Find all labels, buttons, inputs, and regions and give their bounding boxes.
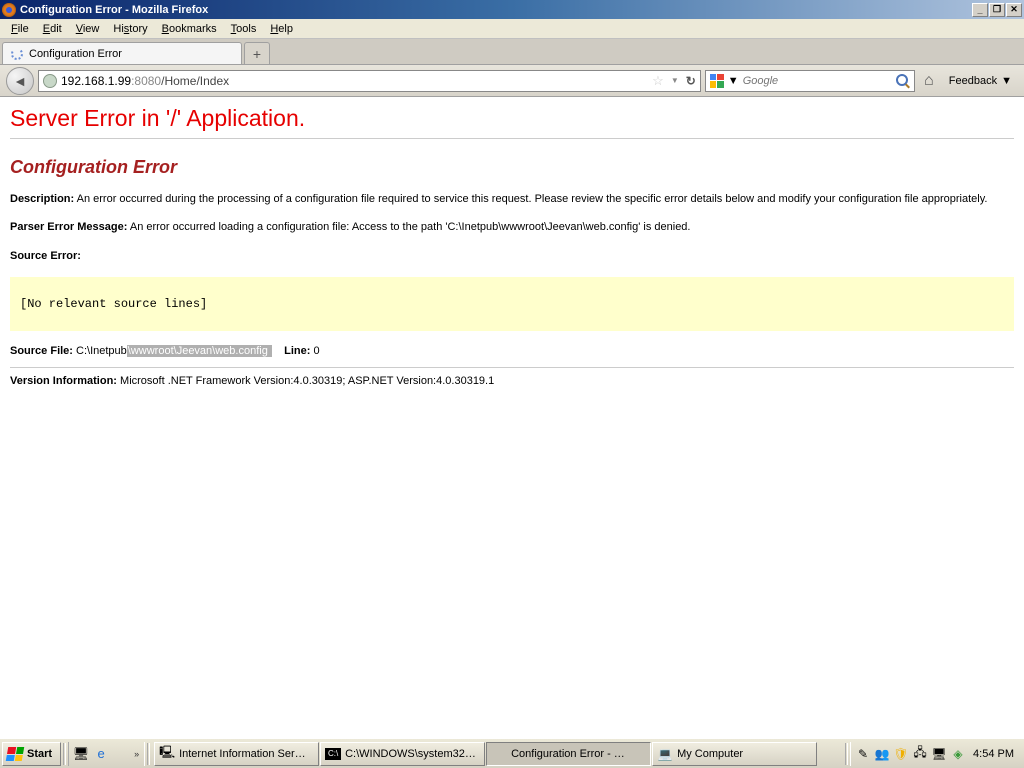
taskbar-clock[interactable]: 4:54 PM — [969, 748, 1018, 760]
menu-bookmarks[interactable]: Bookmarks — [155, 21, 224, 37]
taskbtn-firefox[interactable]: Configuration Error - … — [486, 742, 651, 766]
tray-users-icon[interactable]: 👥 — [874, 746, 890, 762]
home-button[interactable]: ⌂ — [919, 71, 939, 91]
tab-active[interactable]: Configuration Error — [2, 42, 242, 64]
task-buttons: 🖳 Internet Information Ser… C:\ C:\WINDO… — [152, 742, 843, 766]
site-identity-icon[interactable] — [43, 74, 57, 88]
taskbtn-cmd[interactable]: C:\ C:\WINDOWS\system32… — [320, 742, 485, 766]
menu-edit[interactable]: Edit — [36, 21, 69, 37]
firefox-icon — [2, 3, 16, 17]
error-description: Description: An error occurred during th… — [10, 192, 1014, 206]
tray-pencil-icon[interactable]: ✎ — [855, 746, 871, 762]
separator — [63, 743, 66, 765]
cmd-icon: C:\ — [325, 748, 341, 760]
page-content: Server Error in '/' Application. Configu… — [0, 97, 1024, 738]
divider — [10, 367, 1014, 368]
tray-network-icon[interactable]: 🖧 — [912, 746, 928, 762]
taskbtn-iis[interactable]: 🖳 Internet Information Ser… — [154, 742, 319, 766]
nav-toolbar: ◄ 192.168.1.99:8080/Home/Index ☆ ▼ ↻ ▼ ⌂… — [0, 65, 1024, 97]
mycomputer-icon: 💻 — [657, 746, 673, 762]
menu-view[interactable]: View — [69, 21, 107, 37]
error-h1: Server Error in '/' Application. — [10, 105, 1014, 139]
search-input[interactable] — [743, 75, 892, 87]
taskbtn-mycomputer[interactable]: 💻 My Computer — [652, 742, 817, 766]
taskbar: Start 🖥 e » 🖳 Internet Information Ser… … — [0, 738, 1024, 768]
show-desktop-icon[interactable]: 🖥 — [72, 745, 90, 763]
ie-icon[interactable]: e — [92, 745, 110, 763]
tab-strip: Configuration Error + — [0, 39, 1024, 65]
feedback-button[interactable]: Feedback ▼ — [943, 75, 1018, 87]
menu-file[interactable]: File — [4, 21, 36, 37]
highlighted-path: \wwwroot\Jeevan\web.config — [127, 345, 272, 357]
separator — [147, 743, 150, 765]
back-button[interactable]: ◄ — [6, 67, 34, 95]
window-buttons: _ ❐ ✕ — [971, 3, 1022, 17]
search-go-icon[interactable] — [896, 74, 910, 88]
source-error-label: Source Error: — [10, 249, 1014, 263]
separator — [845, 743, 848, 765]
start-button[interactable]: Start — [2, 742, 61, 766]
windows-flag-icon — [6, 747, 24, 761]
menu-tools[interactable]: Tools — [224, 21, 264, 37]
tray-shield-icon[interactable]: 🛡 — [893, 746, 909, 762]
firefox-task-icon — [491, 746, 507, 762]
minimize-button[interactable]: _ — [972, 3, 988, 17]
new-tab-button[interactable]: + — [244, 42, 270, 64]
version-information: Version Information: Microsoft .NET Fram… — [10, 374, 1014, 388]
window-titlebar: Configuration Error - Mozilla Firefox _ … — [0, 0, 1024, 19]
close-button[interactable]: ✕ — [1006, 3, 1022, 17]
feedback-dropdown-icon: ▼ — [1001, 75, 1012, 87]
system-tray: ✎ 👥 🛡 🖧 🖥 ◈ 4:54 PM — [850, 742, 1022, 766]
search-bar[interactable]: ▼ — [705, 70, 915, 92]
url-bar[interactable]: 192.168.1.99:8080/Home/Index ☆ ▼ ↻ — [38, 70, 701, 92]
tab-label: Configuration Error — [29, 48, 122, 60]
tray-volume-icon[interactable]: 🖥 — [931, 746, 947, 762]
quick-launch: 🖥 e » — [68, 742, 145, 766]
bookmark-star-icon[interactable]: ☆ — [652, 73, 664, 89]
iis-icon: 🖳 — [159, 746, 175, 762]
parser-error-message: Parser Error Message: An error occurred … — [10, 220, 1014, 234]
firefox-ql-icon[interactable] — [112, 745, 130, 763]
loading-icon — [11, 48, 23, 60]
google-icon[interactable] — [710, 74, 724, 88]
ql-chevron-icon[interactable]: » — [132, 749, 141, 759]
menu-history[interactable]: History — [106, 21, 154, 37]
search-engine-dropdown-icon[interactable]: ▼ — [728, 75, 739, 87]
restore-button[interactable]: ❐ — [989, 3, 1005, 17]
source-error-box: [No relevant source lines] — [10, 277, 1014, 331]
source-file-line: Source File: C:\Inetpub\wwwroot\Jeevan\w… — [10, 345, 1014, 357]
url-dropdown-icon[interactable]: ▼ — [668, 76, 682, 85]
menu-help[interactable]: Help — [263, 21, 300, 37]
window-title: Configuration Error - Mozilla Firefox — [20, 4, 971, 16]
tray-safely-remove-icon[interactable]: ◈ — [950, 746, 966, 762]
error-h2: Configuration Error — [10, 157, 1014, 178]
reload-button[interactable]: ↻ — [686, 74, 696, 88]
url-text[interactable]: 192.168.1.99:8080/Home/Index — [61, 74, 648, 88]
menu-bar: File Edit View History Bookmarks Tools H… — [0, 19, 1024, 39]
